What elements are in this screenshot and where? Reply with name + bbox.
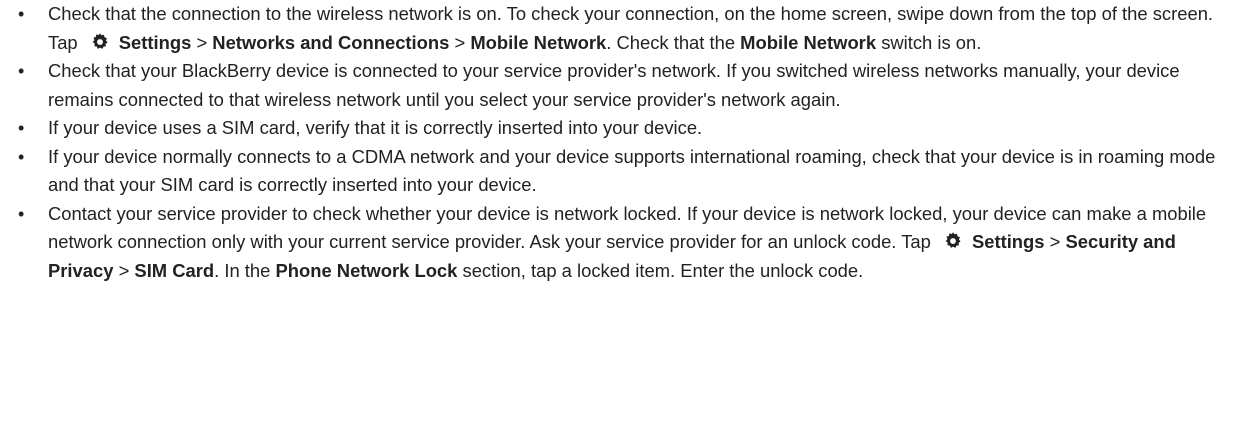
- item-text: . In the: [214, 259, 276, 281]
- list-item: • Check that the connection to the wirel…: [14, 0, 1240, 57]
- bullet-marker: •: [18, 118, 25, 138]
- bullet-marker: •: [18, 4, 25, 24]
- settings-link: Settings: [971, 231, 1045, 252]
- mobile-network-label: Mobile Network: [470, 31, 607, 53]
- bullet-marker: •: [18, 61, 25, 81]
- item-text: If your device normally connects to a CD…: [48, 145, 1216, 196]
- mobile-network-switch-label: Mobile Network: [740, 31, 877, 53]
- item-text: If your device uses a SIM card, verify t…: [48, 117, 703, 138]
- gear-icon: [945, 232, 961, 248]
- list-item: • If your device uses a SIM card, verify…: [14, 114, 1240, 143]
- path-separator: >: [449, 31, 471, 53]
- path-separator: >: [113, 259, 135, 281]
- list-item: • If your device normally connects to a …: [14, 143, 1240, 200]
- bullet-marker: •: [18, 203, 25, 224]
- list-item: • Contact your service provider to check…: [14, 200, 1240, 286]
- item-text: Check that your BlackBerry device is con…: [48, 60, 1180, 110]
- sim-card-label: SIM Card: [134, 259, 215, 281]
- document-body: • Check that the connection to the wirel…: [0, 0, 1254, 447]
- path-separator: >: [191, 31, 213, 53]
- phone-network-lock-label: Phone Network Lock: [275, 259, 458, 281]
- gear-icon: [92, 32, 108, 49]
- bullet-marker: •: [18, 146, 25, 167]
- path-separator: >: [1044, 231, 1066, 252]
- networks-and-connections-label: Networks and Connections: [212, 31, 450, 53]
- list-item: • Check that your BlackBerry device is c…: [14, 57, 1240, 114]
- settings-link: Settings: [118, 31, 192, 53]
- item-text: switch is on.: [876, 31, 982, 53]
- troubleshooting-list: • Check that the connection to the wirel…: [14, 0, 1240, 285]
- item-text: section, tap a locked item. Enter the un…: [457, 259, 864, 281]
- item-text: . Check that the: [606, 31, 741, 53]
